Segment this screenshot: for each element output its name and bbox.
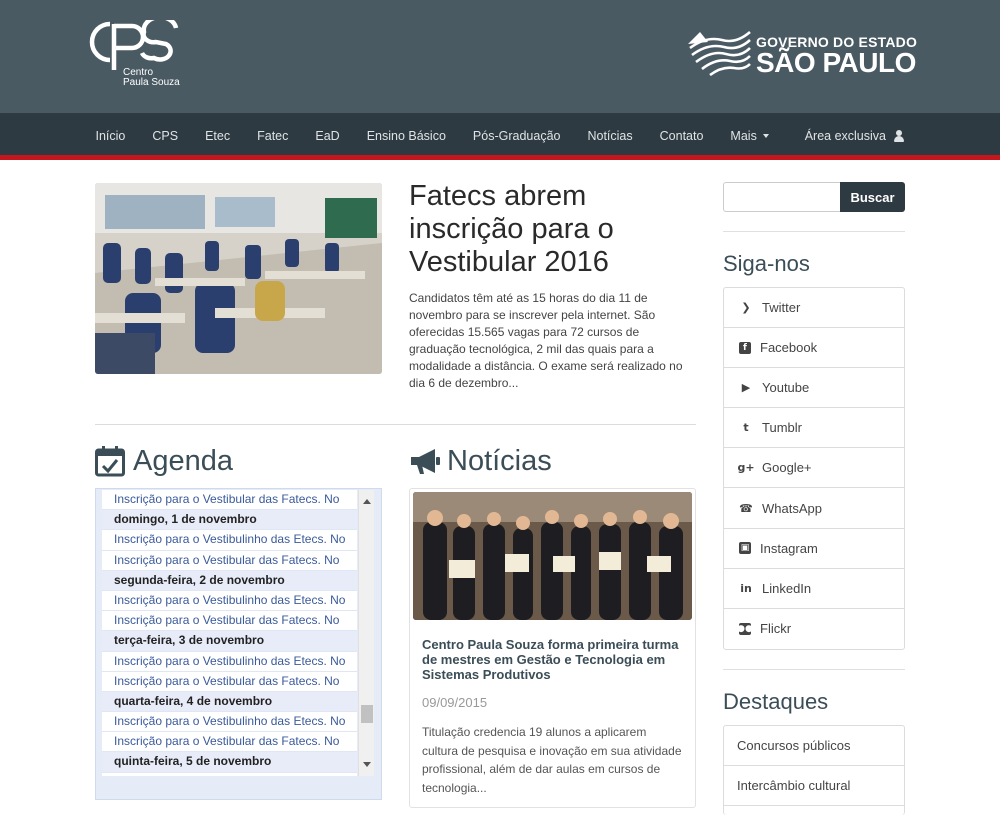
follow-title: Siga-nos (723, 251, 810, 276)
agenda-date-row: quinta-feira, 5 de novembro (102, 752, 357, 773)
follow-item-google-[interactable]: g+ Google+ (724, 448, 904, 489)
graduates-photo (413, 492, 692, 620)
nav-item-mais-label: Mais (730, 128, 757, 143)
nav-item-contato[interactable]: Contato (646, 129, 717, 143)
tumblr-icon: t (743, 421, 749, 435)
follow-item-label: Youtube (762, 380, 810, 396)
cps-logo-mark (89, 20, 179, 70)
agenda-list[interactable]: Inscrição para o Vestibular das Fatecs. … (102, 490, 357, 776)
agenda-date-row: quarta-feira, 4 de novembro (102, 691, 357, 713)
highlights-title: Destaques (723, 689, 829, 714)
featured-title[interactable]: Fatecs abrem inscrição para o Vestibular… (409, 180, 699, 279)
nav-item-fatec[interactable]: Fatec (244, 129, 302, 143)
search-button[interactable]: Buscar (840, 182, 905, 212)
agenda-event-link[interactable]: Inscrição para o Vestibular das Fatecs. … (102, 732, 357, 753)
agenda-event-link[interactable]: Inscrição para o Vestibulinho das Etecs.… (102, 651, 357, 672)
nav-item-cps[interactable]: CPS (139, 129, 192, 143)
news-card: Centro Paula Souza forma primeira turma … (409, 488, 696, 808)
gov-sp-flag-icon (688, 31, 751, 77)
scroll-down-icon[interactable] (363, 762, 371, 767)
nav-item-noticias[interactable]: Notícias (574, 129, 646, 143)
featured-text: Candidatos têm até as 15 horas do dia 11… (409, 291, 683, 390)
agenda-event-link[interactable]: Inscrição para o Vestibular das Fatecs. … (102, 611, 357, 632)
follow-item-youtube[interactable]: ▶ Youtube (724, 368, 904, 409)
nav-accent-bar (0, 155, 1000, 160)
news-text: Titulação credencia 19 alunos a aplicare… (422, 725, 682, 795)
google-plus-icon: g+ (737, 461, 755, 475)
highlight-item[interactable]: Concursos públicos (724, 726, 904, 766)
caret-down-icon (762, 134, 769, 139)
agenda-scrollbar[interactable] (358, 490, 374, 776)
agenda-box: Inscrição para o Vestibular das Fatecs. … (95, 488, 382, 800)
follow-item-label: Instagram (760, 540, 818, 556)
scroll-thumb[interactable] (361, 705, 373, 723)
nav-item-mais[interactable]: Mais (717, 129, 782, 143)
agenda-event-link[interactable]: Inscrição para o Vestibulinho das Etecs.… (102, 590, 357, 612)
main-nav: Início CPS Etec Fatec EaD Ensino Básico … (0, 113, 1000, 158)
exclusive-area-link[interactable]: Área exclusiva (805, 113, 904, 158)
news-section-title: Notícias (447, 444, 552, 477)
follow-item-label: Flickr (760, 621, 792, 637)
gov-sp-logo[interactable]: GOVERNO DO ESTADO SÃO PAULO (686, 28, 917, 80)
agenda-event-link[interactable]: Inscrição para o Vestibular das Fatecs. … (102, 671, 357, 692)
linkedin-icon: in (740, 581, 752, 595)
sidebar-divider (723, 231, 905, 232)
youtube-icon: ▶ (741, 381, 751, 395)
nav-item-ead[interactable]: EaD (302, 129, 353, 143)
follow-item-instagram[interactable]: ▣ Instagram (724, 529, 904, 569)
follow-item-tumblr[interactable]: t Tumblr (724, 408, 904, 449)
follow-item-label: WhatsApp (762, 500, 822, 516)
news-heading: Notícias (409, 443, 552, 479)
nav-item-inicio[interactable]: Início (82, 129, 139, 143)
calendar-check-icon (95, 446, 125, 477)
nav-items: Início CPS Etec Fatec EaD Ensino Básico … (82, 113, 782, 158)
agenda-date-row: segunda-feira, 2 de novembro (102, 570, 357, 591)
nav-item-pos-graduacao[interactable]: Pós-Graduação (459, 129, 574, 143)
highlight-item[interactable]: Intercâmbio cultural (724, 766, 904, 806)
exclusive-area-label: Área exclusiva (804, 128, 886, 143)
twitter-icon: ❯ (741, 301, 751, 315)
agenda-event-link[interactable]: Inscrição para o Vestibular das Fatecs. … (102, 550, 357, 571)
instagram-icon: ▣ (739, 542, 751, 555)
agenda-event-link[interactable]: Inscrição para o Vestibulinho das Etecs.… (102, 530, 357, 551)
agenda-date-row: terça-feira, 3 de novembro (102, 631, 357, 652)
site-header: Centro Paula Souza GOVERNO DO ESTADO SÃO… (0, 0, 1000, 113)
cps-logo-line2: Paula Souza (123, 77, 180, 88)
agenda-title: Agenda (133, 444, 233, 477)
gov-line2: SÃO PAULO (756, 47, 916, 78)
news-date: 09/09/2015 (422, 695, 488, 710)
follow-item-whatsapp[interactable]: ☎ WhatsApp (724, 488, 904, 529)
news-image[interactable] (413, 492, 692, 620)
facebook-icon: f (739, 341, 751, 354)
cps-logo-text: Centro Paula Souza (123, 68, 180, 88)
follow-item-label: Google+ (762, 460, 812, 476)
scroll-up-icon[interactable] (363, 499, 371, 504)
whatsapp-icon: ☎ (739, 501, 753, 515)
follow-item-label: Tumblr (762, 420, 802, 436)
featured-image[interactable] (95, 183, 382, 374)
agenda-date-row: domingo, 1 de novembro (102, 510, 357, 531)
follow-item-twitter[interactable]: ❯ Twitter (724, 288, 904, 329)
follow-item-label: LinkedIn (762, 580, 812, 596)
sidebar-divider-2 (723, 669, 905, 670)
follow-item-label: Twitter (762, 300, 801, 316)
classroom-photo (95, 183, 382, 374)
user-icon (894, 129, 904, 142)
follow-list: ❯ Twitter f Facebook ▶ Youtube t Tumblr g+ Google… (723, 287, 905, 650)
agenda-event-link[interactable]: Inscrição para o Vestibular das Fatecs. … (102, 490, 357, 511)
nav-item-etec[interactable]: Etec (192, 129, 244, 143)
follow-item-facebook[interactable]: f Facebook (724, 328, 904, 369)
highlights-list: Concursos públicos Intercâmbio cultural (723, 725, 905, 815)
search-input[interactable] (723, 182, 841, 212)
news-title[interactable]: Centro Paula Souza forma primeira turma … (422, 637, 687, 682)
content-divider (95, 424, 696, 425)
flickr-icon: ●● (737, 622, 753, 635)
follow-item-linkedin[interactable]: in LinkedIn (724, 569, 904, 609)
agenda-event-link[interactable]: Inscrição para o Vestibulinho das Etecs.… (102, 712, 357, 733)
follow-item-flickr[interactable]: ●● Flickr (724, 609, 904, 649)
nav-item-ensino-basico[interactable]: Ensino Básico (353, 129, 459, 143)
megaphone-icon (411, 449, 440, 474)
follow-item-label: Facebook (760, 340, 818, 356)
agenda-heading: Agenda (95, 443, 233, 479)
